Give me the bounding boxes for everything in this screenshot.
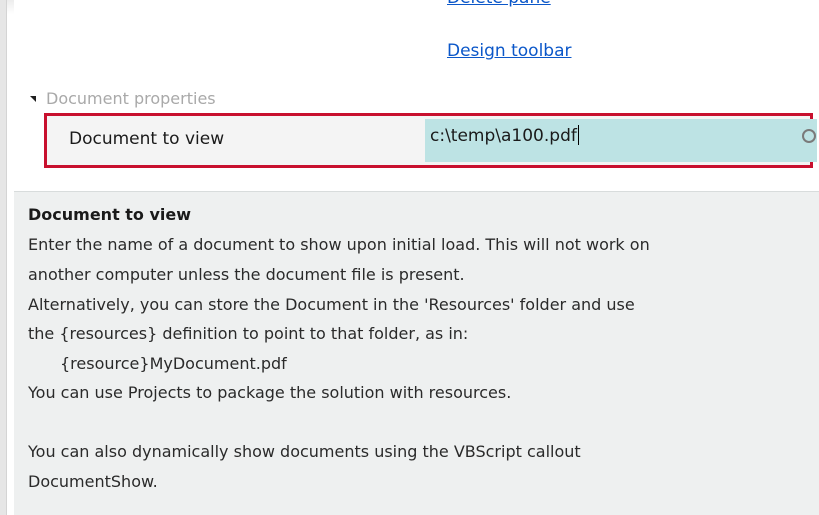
help-line: {resource}MyDocument.pdf: [60, 354, 287, 373]
document-path-value: c:\temp\a100.pdf: [430, 126, 577, 146]
document-path-input[interactable]: c:\temp\a100.pdf: [425, 119, 817, 162]
help-line: You can also dynamically show documents …: [28, 442, 581, 461]
help-panel: Document to view Enter the name of a doc…: [14, 192, 819, 515]
help-line: Alternatively, you can store the Documen…: [28, 295, 635, 314]
property-name: Document to view: [69, 129, 225, 149]
text-caret: [577, 125, 579, 145]
circle-search-icon[interactable]: [802, 129, 816, 143]
design-toolbar-link[interactable]: Design toolbar: [447, 41, 572, 61]
help-title: Document to view: [28, 205, 192, 224]
document-properties-group[interactable]: Document properties: [30, 86, 216, 110]
left-border: [0, 0, 7, 515]
group-label: Document properties: [46, 88, 216, 108]
help-line: another computer unless the document fil…: [28, 265, 465, 284]
help-line: You can use Projects to package the solu…: [28, 383, 512, 402]
help-line: Enter the name of a document to show upo…: [28, 235, 650, 254]
help-line: DocumentShow.: [28, 472, 158, 491]
triangle-expanded-icon[interactable]: [30, 96, 36, 102]
document-to-view-row[interactable]: Document to view c:\temp\a100.pdf: [44, 113, 817, 168]
help-line: the {resources} definition to point to t…: [28, 324, 469, 343]
delete-pane-link[interactable]: Delete pane: [447, 0, 551, 8]
